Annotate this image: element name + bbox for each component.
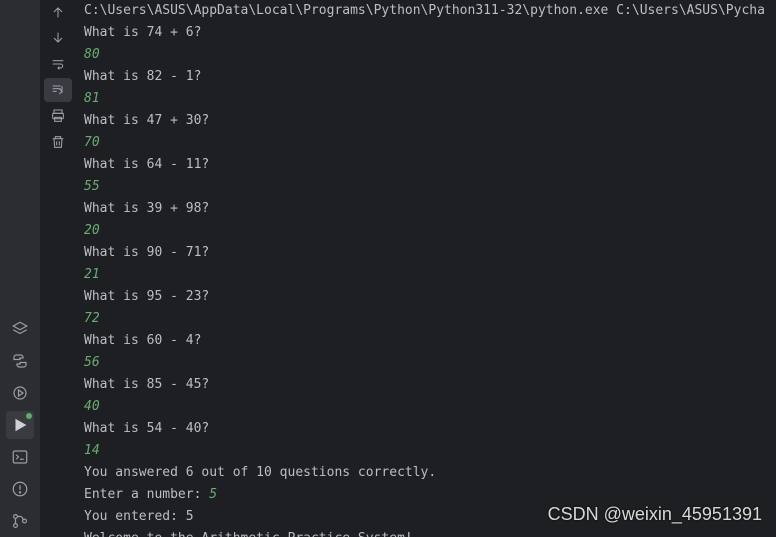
- welcome-line: Welcome to the Arithmetic Practice Syste…: [84, 531, 413, 537]
- answer: 40: [84, 399, 100, 414]
- prompt-label: Enter a number:: [84, 487, 209, 502]
- run-toolbar: [40, 0, 76, 537]
- services-icon[interactable]: [6, 379, 34, 407]
- print-icon[interactable]: [44, 104, 72, 128]
- answer: 14: [84, 443, 100, 458]
- prompt-input: 5: [209, 487, 217, 502]
- run-tool-icon[interactable]: [6, 411, 34, 439]
- question: What is 90 - 71?: [84, 245, 209, 260]
- result-line: You answered 6 out of 10 questions corre…: [84, 465, 436, 480]
- question: What is 47 + 30?: [84, 113, 209, 128]
- question: What is 82 - 1?: [84, 69, 201, 84]
- answer: 55: [84, 179, 100, 194]
- watermark: CSDN @weixin_45951391: [548, 504, 762, 525]
- trash-icon[interactable]: [44, 130, 72, 154]
- scroll-down-icon[interactable]: [44, 26, 72, 50]
- scroll-up-icon[interactable]: [44, 0, 72, 24]
- question: What is 39 + 98?: [84, 201, 209, 216]
- layers-icon[interactable]: [6, 315, 34, 343]
- console-output[interactable]: C:\Users\ASUS\AppData\Local\Programs\Pyt…: [76, 0, 776, 537]
- question: What is 85 - 45?: [84, 377, 209, 392]
- vcs-icon[interactable]: [6, 507, 34, 535]
- terminal-icon[interactable]: [6, 443, 34, 471]
- entered-line: You entered: 5: [84, 509, 194, 524]
- soft-wrap-icon[interactable]: [44, 52, 72, 76]
- answer: 72: [84, 311, 100, 326]
- answer: 70: [84, 135, 100, 150]
- question: What is 74 + 6?: [84, 25, 201, 40]
- answer: 81: [84, 91, 100, 106]
- answer: 20: [84, 223, 100, 238]
- problems-icon[interactable]: [6, 475, 34, 503]
- question: What is 64 - 11?: [84, 157, 209, 172]
- python-console-icon[interactable]: [6, 347, 34, 375]
- question: What is 54 - 40?: [84, 421, 209, 436]
- answer: 56: [84, 355, 100, 370]
- answer: 80: [84, 47, 100, 62]
- question: What is 60 - 4?: [84, 333, 201, 348]
- question: What is 95 - 23?: [84, 289, 209, 304]
- command-line: C:\Users\ASUS\AppData\Local\Programs\Pyt…: [84, 3, 765, 18]
- tool-window-sidebar: [0, 0, 40, 537]
- scroll-to-end-icon[interactable]: [44, 78, 72, 102]
- answer: 21: [84, 267, 100, 282]
